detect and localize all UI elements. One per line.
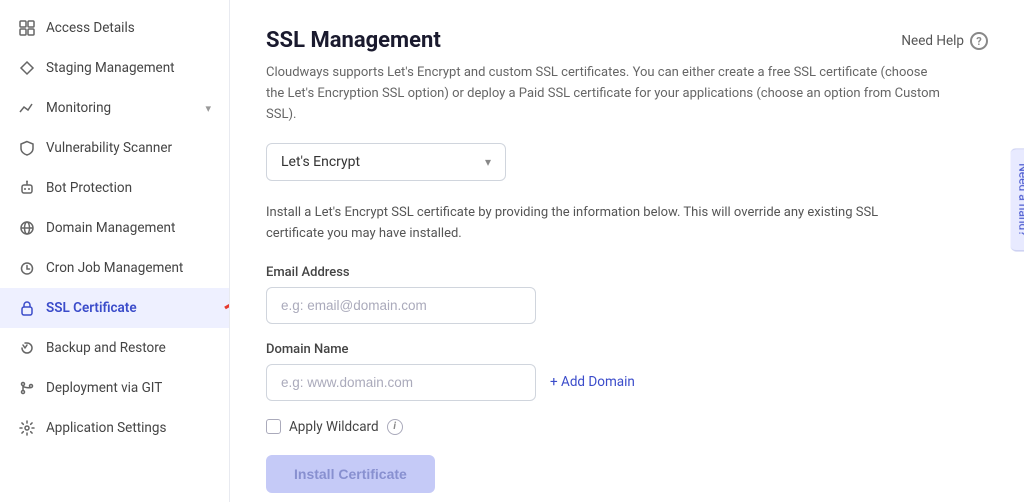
ssl-type-dropdown-wrapper: Let's Encrypt ▾ [266, 143, 988, 181]
sidebar-label: Cron Job Management [46, 260, 183, 276]
wildcard-checkbox[interactable] [266, 419, 281, 434]
main-content: SSL Management Need Help ? Cloudways sup… [230, 0, 1024, 502]
install-certificate-button[interactable]: Install Certificate [266, 455, 435, 493]
diamond-icon [18, 59, 36, 77]
sidebar-label: Staging Management [46, 60, 175, 76]
bot-icon [18, 179, 36, 197]
sidebar-item-backup-and-restore[interactable]: Backup and Restore [0, 328, 229, 368]
page-description: Cloudways supports Let's Encrypt and cus… [266, 63, 946, 125]
sidebar-item-deployment-via-git[interactable]: Deployment via GIT [0, 368, 229, 408]
help-circle-icon: ? [970, 32, 988, 50]
sidebar-item-monitoring[interactable]: Monitoring ▾ [0, 88, 229, 128]
wildcard-label: Apply Wildcard [289, 419, 379, 435]
domain-row: + Add Domain [266, 364, 988, 401]
sidebar-label: Vulnerability Scanner [46, 140, 172, 156]
restore-icon [18, 339, 36, 357]
sidebar-label: Domain Management [46, 220, 175, 236]
ssl-dropdown-value: Let's Encrypt [281, 154, 360, 170]
active-arrow-indicator [223, 294, 230, 322]
sidebar: Access Details Staging Management Monito… [0, 0, 230, 502]
sidebar-item-vulnerability-scanner[interactable]: Vulnerability Scanner [0, 128, 229, 168]
sidebar-label: Access Details [46, 20, 135, 36]
sidebar-item-access-details[interactable]: Access Details [0, 8, 229, 48]
page-header: SSL Management Need Help ? [266, 28, 988, 53]
sidebar-item-bot-protection[interactable]: Bot Protection [0, 168, 229, 208]
sidebar-label: SSL Certificate [46, 300, 137, 316]
git-icon [18, 379, 36, 397]
need-a-hand-label: Need a hand? [1017, 163, 1024, 236]
sidebar-item-staging-management[interactable]: Staging Management [0, 48, 229, 88]
domain-input[interactable] [266, 364, 536, 401]
dropdown-chevron-icon: ▾ [485, 155, 491, 169]
sidebar-item-ssl-certificate[interactable]: SSL Certificate [0, 288, 229, 328]
add-domain-link[interactable]: + Add Domain [550, 374, 635, 390]
sidebar-item-domain-management[interactable]: Domain Management [0, 208, 229, 248]
globe-icon [18, 219, 36, 237]
lock-icon [18, 299, 36, 317]
sidebar-label: Bot Protection [46, 180, 132, 196]
sidebar-label: Application Settings [46, 420, 166, 436]
settings-icon [18, 419, 36, 437]
grid-icon [18, 19, 36, 37]
chevron-down-icon: ▾ [205, 102, 211, 115]
sidebar-label: Backup and Restore [46, 340, 166, 356]
need-help-link[interactable]: Need Help ? [901, 32, 988, 50]
ssl-type-dropdown[interactable]: Let's Encrypt ▾ [266, 143, 506, 181]
email-form-group: Email Address [266, 265, 988, 324]
email-label: Email Address [266, 265, 988, 280]
need-help-label: Need Help [901, 33, 964, 49]
wildcard-info-icon[interactable]: i [387, 419, 403, 435]
sidebar-label: Deployment via GIT [46, 380, 162, 396]
need-a-hand-tab[interactable]: Need a hand? [1011, 148, 1024, 251]
sidebar-label: Monitoring [46, 100, 111, 116]
install-notice: Install a Let's Encrypt SSL certificate … [266, 203, 926, 245]
domain-label: Domain Name [266, 342, 988, 357]
sidebar-item-application-settings[interactable]: Application Settings [0, 408, 229, 448]
page-title: SSL Management [266, 28, 441, 53]
shield-icon [18, 139, 36, 157]
email-input[interactable] [266, 287, 536, 324]
chart-icon [18, 99, 36, 117]
sidebar-item-cron-job-management[interactable]: Cron Job Management [0, 248, 229, 288]
domain-form-group: Domain Name + Add Domain [266, 342, 988, 401]
clock-icon [18, 259, 36, 277]
wildcard-row: Apply Wildcard i [266, 419, 988, 435]
